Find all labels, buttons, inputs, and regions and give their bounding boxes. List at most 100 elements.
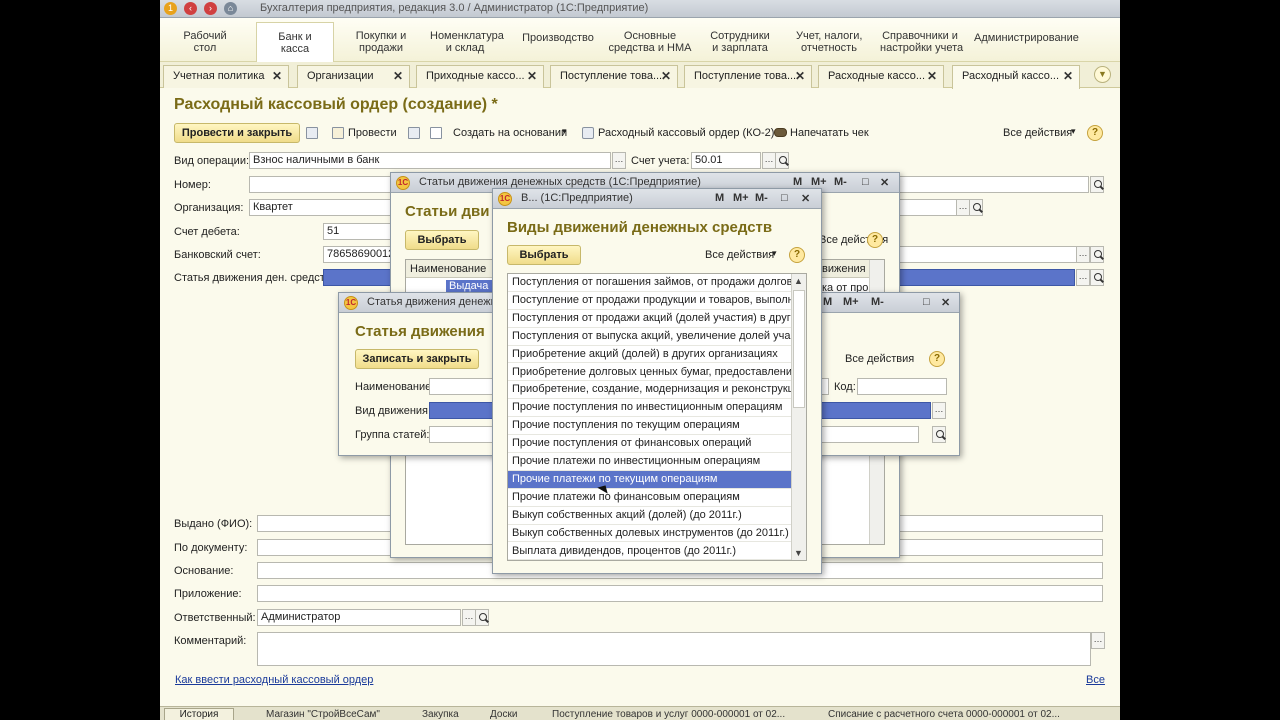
back-icon[interactable]: ‹ [184,2,197,15]
section-desktop[interactable]: Рабочий стол [180,30,230,54]
save-icon[interactable] [306,127,318,139]
list-item[interactable]: Прочие поступления по текущим операциям [508,417,791,436]
m-plus-button[interactable]: M+ [733,192,749,204]
search-icon[interactable] [1090,176,1104,193]
m-button[interactable]: M [715,192,724,204]
all-actions-menu[interactable]: Все действия [845,353,914,365]
report-icon[interactable] [430,127,442,139]
history-button[interactable]: История [164,708,234,720]
responsible-choose-button[interactable]: … [462,609,476,626]
post-button[interactable]: Провести [348,127,397,139]
all-actions-menu[interactable]: Все действия [1003,127,1072,139]
search-icon[interactable] [932,426,946,443]
select-button[interactable]: Выбрать [507,245,581,265]
list-item[interactable]: Прочие платежи по финансовым операциям [508,489,791,507]
list-item[interactable]: Поступления от погашения займов, от прод… [508,274,791,292]
open-window-item[interactable]: Закупка [422,709,459,720]
search-icon[interactable] [1090,269,1104,286]
help-icon[interactable]: ? [789,247,805,263]
tab-outgoing-cash-order-new[interactable]: Расходный кассо... ✕ [952,65,1080,89]
list-item[interactable]: Приобретение долговых ценных бумаг, пред… [508,364,791,382]
select-button[interactable]: Выбрать [405,230,479,250]
close-icon[interactable]: ✕ [880,176,889,189]
search-icon[interactable] [969,199,983,216]
post-icon[interactable] [332,127,344,139]
search-icon[interactable] [475,609,489,626]
org-choose-button[interactable]: … [956,199,970,216]
close-icon[interactable]: ✕ [661,66,671,87]
cash-flow-item-choose-button[interactable]: … [1076,269,1090,286]
maximize-icon[interactable]: □ [862,176,869,188]
close-icon[interactable]: ✕ [393,66,403,87]
help-link[interactable]: Как ввести расходный кассовый ордер [175,674,373,686]
open-window-item[interactable]: Магазин "СтройВсеСам" [266,709,380,720]
open-window-item[interactable]: Поступление товаров и услуг 0000-000001 … [552,709,785,720]
column-header-flow[interactable]: вижения [822,263,866,275]
section-purchases-sales[interactable]: Покупки и продажи [354,30,408,54]
save-and-close-button[interactable]: Записать и закрыть [355,349,479,369]
all-actions-menu[interactable]: Все действия [705,249,774,261]
list-item[interactable]: Выкуп собственных долевых инструментов (… [508,525,791,543]
open-window-item[interactable]: Списание с расчетного счета 0000-000001 … [828,709,1060,720]
comment-expand-button[interactable]: … [1091,632,1105,649]
close-icon[interactable]: ✕ [941,296,950,309]
scroll-up-icon[interactable]: ▲ [794,276,803,286]
section-production[interactable]: Производство [522,32,594,44]
m-minus-button[interactable]: M- [834,176,847,188]
m-plus-button[interactable]: M+ [843,296,859,308]
list-item[interactable]: Выплата дивидендов, процентов (до 2011г.… [508,543,791,560]
attachment-field[interactable] [257,585,1103,602]
tab-receipt-goods-2[interactable]: Поступление това... ✕ [684,65,812,88]
op-type-dropdown[interactable]: … [612,152,626,169]
cash-flow-kinds-list[interactable]: Поступления от погашения займов, от прод… [507,273,807,561]
list-item[interactable]: Приобретение акций (долей) в других орга… [508,346,791,364]
comment-field[interactable] [257,632,1091,666]
op-type-select[interactable]: Взнос наличными в банк [249,152,611,169]
list-item[interactable]: Прочие платежи по текущим операциям [508,470,791,489]
list-item[interactable]: Выкуп собственных акций (долей) (до 2011… [508,507,791,525]
list-item[interactable]: Прочие платежи по инвестиционным операци… [508,453,791,471]
open-window-item[interactable]: Доски [490,709,517,720]
scroll-down-icon[interactable]: ▼ [794,548,803,558]
dt-kt-icon[interactable] [408,127,420,139]
close-icon[interactable]: ✕ [272,66,282,87]
list-item[interactable]: Поступления от продажи акций (долей учас… [508,310,791,328]
code-field[interactable] [857,378,947,395]
tab-receipt-goods-1[interactable]: Поступление това... ✕ [550,65,678,88]
list-item[interactable]: Прочие поступления по инвестиционным опе… [508,399,791,418]
home-icon[interactable]: ⌂ [224,2,237,15]
section-accounting-taxes[interactable]: Учет, налоги, отчетность [796,30,862,54]
close-icon[interactable]: ✕ [527,66,537,87]
tab-organizations[interactable]: Организации ✕ [297,65,410,88]
all-link[interactable]: Все [1086,674,1105,686]
debit-account-field[interactable]: 51 [323,223,393,240]
m-button[interactable]: M [793,176,802,188]
print-check-button[interactable]: Напечатать чек [790,127,869,139]
section-administration[interactable]: Администрирование [974,32,1079,44]
scrollbar[interactable]: ▲ ▼ [791,274,806,560]
account-choose-button[interactable]: … [762,152,776,169]
tab-outgoing-cash-orders[interactable]: Расходные кассо... ✕ [818,65,944,88]
help-icon[interactable]: ? [929,351,945,367]
list-item[interactable]: Приобретение, создание, модернизация и р… [508,381,791,400]
section-fixed-assets[interactable]: Основные средства и НМА [608,30,692,54]
section-nomenclature[interactable]: Номенклатура и склад [430,30,504,54]
help-icon[interactable]: ? [867,232,883,248]
m-button[interactable]: M [823,296,832,308]
m-plus-button[interactable]: M+ [811,176,827,188]
section-staff-salary[interactable]: Сотрудники и зарплата [710,30,770,54]
responsible-field[interactable]: Администратор [257,609,461,626]
close-icon[interactable]: ✕ [1063,66,1073,87]
maximize-icon[interactable]: □ [781,192,788,204]
flow-type-choose-button[interactable]: … [932,402,946,419]
forward-icon[interactable]: › [204,2,217,15]
maximize-icon[interactable]: □ [923,296,930,308]
bank-account-choose-button[interactable]: … [1076,246,1090,263]
list-item[interactable]: Поступление от продажи продукции и товар… [508,292,791,310]
post-and-close-button[interactable]: Провести и закрыть [174,123,300,143]
list-item[interactable]: Прочие поступления от финансовых операци… [508,435,791,453]
close-icon[interactable]: ✕ [795,66,805,87]
m-minus-button[interactable]: M- [755,192,768,204]
search-icon[interactable] [1090,246,1104,263]
search-icon[interactable] [775,152,789,169]
